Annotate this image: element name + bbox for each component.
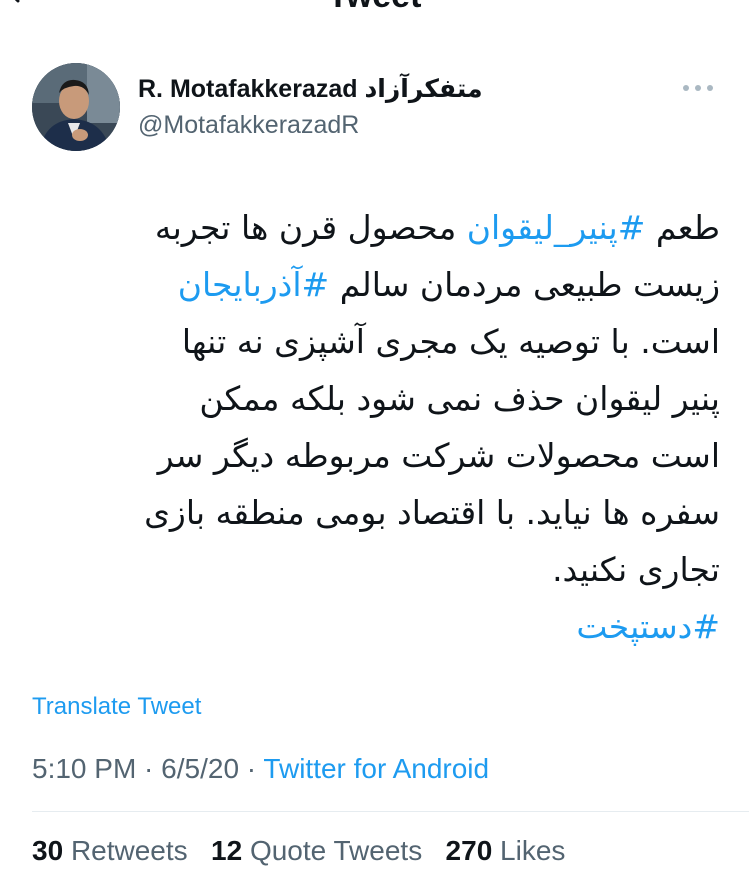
tweet-text: طعم #پنیر_لیقوان محصول قرن ها تجربه زیست … (30, 199, 720, 655)
tweet-text-segment: زیست طبیعی مردمان سالم (329, 265, 720, 304)
tweet-text-line: پنیر لیقوان حذف نمی شود بلکه ممکن (30, 370, 720, 427)
tweet-text-line: #دستپخت (30, 598, 720, 655)
tweet-text-line: طعم #پنیر_لیقوان محصول قرن ها تجربه (30, 199, 720, 256)
tweet-text-segment: محصول قرن ها تجربه (154, 208, 467, 247)
author-handle[interactable]: @MotafakkerazadR (138, 110, 359, 140)
hashtag-link[interactable]: #آذربایجان (178, 265, 329, 304)
hashtag-link[interactable]: #پنیر_لیقوان (467, 208, 646, 247)
retweets-stat[interactable]: 30 Retweets (32, 835, 188, 866)
quote-tweets-stat[interactable]: 12 Quote Tweets (211, 835, 422, 866)
retweets-count: 30 (32, 835, 64, 866)
avatar-photo (32, 63, 120, 151)
tweet-time: 5:10 PM (32, 753, 137, 784)
more-horizontal-icon[interactable] (676, 76, 720, 100)
quote-tweets-count: 12 (211, 835, 243, 866)
meta-separator: · (239, 753, 264, 784)
retweets-label: Retweets (70, 835, 188, 866)
meta-separator: · (136, 753, 162, 784)
tweet-text-line: زیست طبیعی مردمان سالم #آذربایجان (30, 256, 720, 313)
likes-count: 270 (445, 835, 493, 866)
quote-tweets-label: Quote Tweets (249, 835, 423, 866)
avatar[interactable] (32, 63, 120, 151)
likes-stat[interactable]: 270 Likes (446, 835, 566, 866)
divider (32, 811, 749, 812)
tweet-date: 6/5/20 (161, 753, 240, 784)
tweet-text-segment: است محصولات شرکت مربوطه دیگر سر (157, 436, 720, 475)
translate-tweet-link[interactable]: Translate Tweet (32, 692, 201, 722)
tweet-text-line: است. با توصیه یک مجری آشپزی نه تنها (30, 313, 720, 370)
tweet-text-line: سفره ها نیاید. با اقتصاد بومی منطقه بازی (30, 484, 720, 541)
tweet-text-segment: پنیر لیقوان حذف نمی شود بلکه ممکن (199, 379, 720, 418)
tweet-text-line: تجاری نکنید. (30, 541, 720, 598)
tweet-text-segment: تجاری نکنید. (552, 550, 720, 589)
tweet-text-segment: سفره ها نیاید. با اقتصاد بومی منطقه بازی (144, 493, 720, 532)
page-title: Tweet (0, 0, 749, 14)
hashtag-link[interactable]: #دستپخت (576, 607, 720, 646)
likes-label: Likes (500, 835, 566, 866)
tweet-source-link[interactable]: Twitter for Android (263, 753, 489, 784)
tweet-meta: 5:10 PM · 6/5/20 · Twitter for Android (32, 753, 489, 785)
author-display-name[interactable]: R. Motafakkerazad متفکرآزاد (138, 74, 483, 104)
tweet-stats: 30 Retweets 12 Quote Tweets 270 Likes (32, 835, 565, 867)
tweet-text-line: است محصولات شرکت مربوطه دیگر سر (30, 427, 720, 484)
top-bar: Tweet (0, 0, 749, 14)
tweet-text-segment: طعم (645, 208, 720, 247)
tweet-text-segment: است. با توصیه یک مجری آشپزی نه تنها (181, 322, 720, 361)
